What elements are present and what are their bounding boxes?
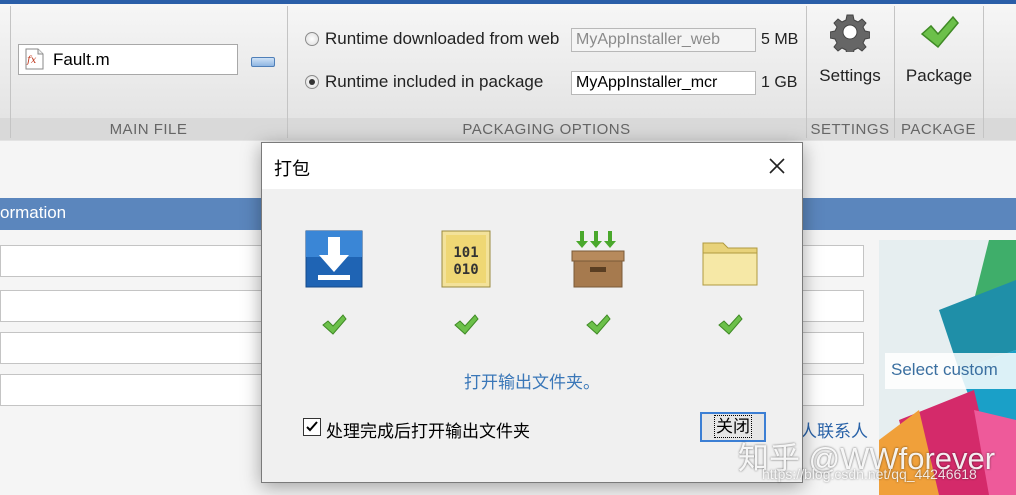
group-label-settings: SETTINGS (810, 121, 890, 138)
step-complete-check-icon (586, 314, 611, 335)
author-field[interactable] (0, 290, 262, 322)
info-field-right[interactable] (802, 374, 864, 406)
radio-runtime-package[interactable] (305, 75, 319, 89)
info-field-right[interactable] (802, 290, 864, 322)
info-field-right[interactable] (802, 332, 864, 364)
group-separator (894, 6, 895, 138)
group-separator (806, 6, 807, 138)
settings-button[interactable]: Settings (810, 12, 890, 97)
watermark-url: https://blog.csdn.net/qq_44246618 (762, 466, 977, 482)
dialog-titlebar: 打包 (262, 143, 802, 189)
checkbox-check-icon (306, 421, 318, 432)
group-label-packaging-options: PACKAGING OPTIONS (462, 121, 631, 138)
package-label: Package (905, 66, 973, 85)
package-installer-size: 1 GB (761, 74, 798, 91)
main-file-field[interactable]: fx Fault.m (18, 44, 238, 75)
radio-runtime-web[interactable] (305, 32, 319, 46)
open-output-folder-link[interactable]: 打开输出文件夹。 (262, 368, 802, 393)
package-progress-dialog: 打包 101 010 打开输出文件夹。 处理完成后打开输出文件夹 关闭 (261, 142, 803, 483)
gear-icon (830, 14, 870, 52)
group-separator (287, 6, 288, 138)
group-separator (983, 6, 984, 138)
radio-runtime-web-label: Runtime downloaded from web (325, 29, 560, 48)
group-label-main-file: MAIN FILE (109, 121, 188, 138)
package-button[interactable]: Package (898, 12, 980, 97)
web-installer-name-field[interactable]: MyAppInstaller_web (571, 28, 756, 52)
step-complete-check-icon (322, 314, 347, 335)
web-installer-size: 5 MB (761, 31, 799, 48)
open-folder-after-checkbox-label: 处理完成后打开输出文件夹 (326, 422, 530, 441)
remove-file-button[interactable] (251, 55, 275, 67)
matlab-function-file-icon: fx (25, 48, 44, 70)
binary-file-icon: 101 010 (441, 230, 491, 288)
download-icon (305, 230, 363, 288)
group-separator (10, 6, 11, 138)
main-file-name: Fault.m (53, 50, 110, 69)
step-complete-check-icon (454, 314, 479, 335)
dialog-title: 打包 (274, 159, 310, 179)
section-header-text: ormation (0, 203, 67, 222)
open-folder-after-checkbox[interactable] (303, 418, 321, 436)
package-box-icon (571, 231, 625, 288)
app-name-field[interactable] (0, 245, 262, 277)
minus-icon (251, 57, 275, 67)
package-installer-name-field[interactable]: MyAppInstaller_mcr (571, 71, 756, 95)
checkmark-icon (920, 15, 959, 49)
settings-label: Settings (819, 66, 881, 85)
close-icon[interactable] (762, 151, 792, 181)
company-field[interactable] (0, 374, 262, 406)
svg-text:fx: fx (26, 55, 37, 66)
svg-text:101: 101 (453, 245, 478, 261)
version-field[interactable] (802, 245, 864, 277)
folder-icon (702, 242, 758, 286)
select-custom-splash-button[interactable]: Select custom (885, 353, 1016, 389)
group-label-package: PACKAGE (901, 121, 976, 138)
toolstrip: fx Fault.m MAIN FILE Runtime downloaded … (0, 0, 1016, 142)
svg-text:010: 010 (453, 262, 478, 278)
email-field[interactable] (0, 332, 262, 364)
step-complete-check-icon (718, 314, 743, 335)
radio-runtime-package-label: Runtime included in package (325, 72, 544, 91)
